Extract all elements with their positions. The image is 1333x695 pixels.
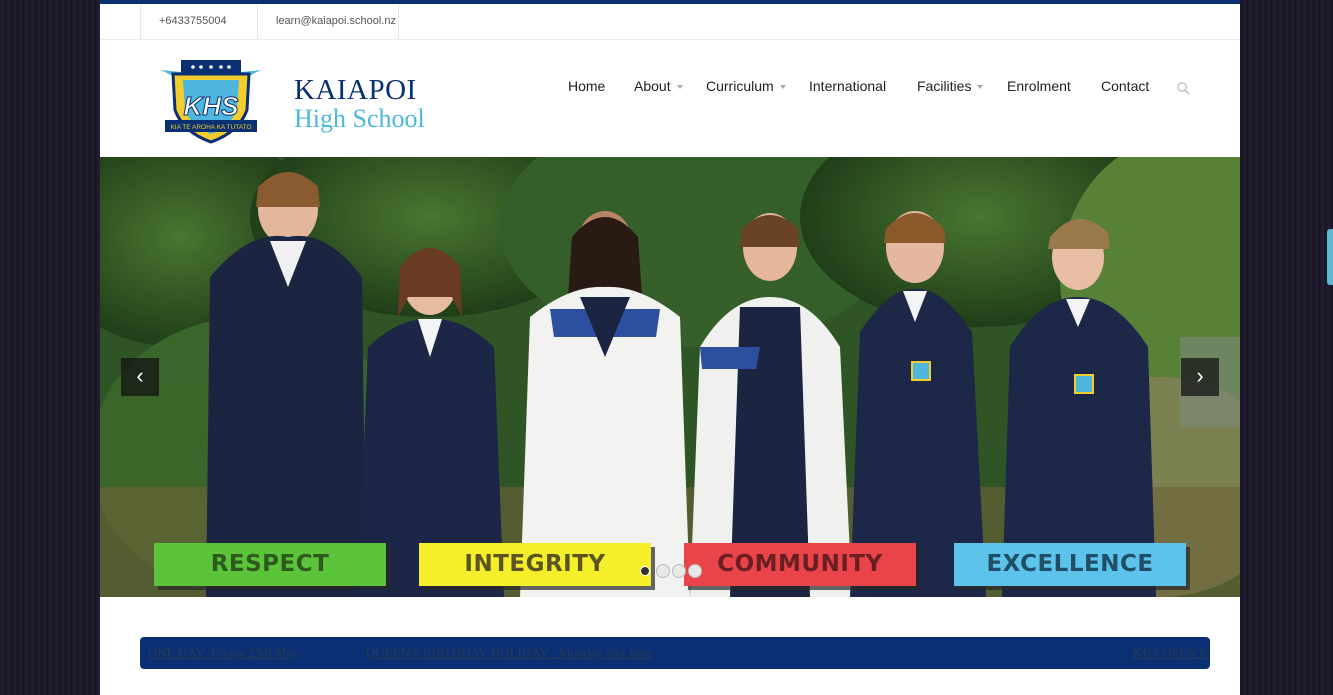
crest-letters: KHS [184, 91, 240, 121]
chevron-down-icon [779, 85, 786, 90]
nav-about-label: About [634, 78, 671, 94]
slider-dot[interactable] [656, 564, 670, 578]
nav-home[interactable]: Home [568, 78, 605, 94]
slider-dot[interactable] [688, 564, 702, 578]
email-address[interactable]: learn@kaiapoi.school.nz [257, 4, 399, 39]
value-banner-integrity: INTEGRITY [419, 543, 651, 586]
students-photo [100, 157, 1240, 597]
nav-international[interactable]: International [809, 78, 886, 94]
value-banner-community: COMMUNITY [684, 543, 916, 586]
school-name[interactable]: KAIAPOI [294, 74, 417, 107]
ticker-item[interactable]: QUEEN'S BIRTHDAY HOLIDAY - Monday 2nd Ju… [366, 645, 652, 661]
slider-prev-button[interactable]: ‹ [121, 358, 159, 396]
nav-contact-label: Contact [1101, 78, 1150, 94]
nav-contact[interactable]: Contact [1101, 78, 1149, 94]
nav-facilities-label: Facilities [917, 78, 972, 94]
contact-bar: +6433755004 learn@kaiapoi.school.nz [100, 4, 1240, 40]
value-banner-respect: RESPECT [154, 543, 386, 586]
side-scroll-tab[interactable] [1327, 229, 1333, 285]
slider-dot[interactable] [640, 566, 650, 576]
nav-home-label: Home [568, 78, 606, 94]
ticker-item[interactable]: ONE DAY: Friday 23rd May [148, 645, 299, 661]
nav-curriculum-label: Curriculum [706, 78, 774, 94]
school-crest-logo[interactable]: KHS KIA TE AROHA KA TUTATO [159, 58, 263, 144]
chevron-down-icon [977, 85, 984, 90]
chevron-left-icon: ‹ [136, 363, 144, 388]
phone-number[interactable]: +6433755004 [140, 4, 258, 39]
slider-dot[interactable] [672, 564, 686, 578]
school-subtitle[interactable]: High School [294, 104, 425, 134]
ticker-item[interactable]: KHS OPEN E [1133, 645, 1207, 661]
chevron-down-icon [676, 85, 683, 90]
nav-enrolment[interactable]: Enrolment [1007, 78, 1071, 94]
nav-about[interactable]: About [634, 78, 683, 94]
nav-international-label: International [809, 78, 887, 94]
news-ticker: ONE DAY: Friday 23rd May QUEEN'S BIRTHDA… [140, 637, 1210, 669]
search-icon[interactable] [1176, 81, 1190, 95]
nav-facilities[interactable]: Facilities [917, 78, 984, 94]
nav-enrolment-label: Enrolment [1007, 78, 1071, 94]
slider-next-button[interactable]: › [1181, 358, 1219, 396]
crest-motto: KIA TE AROHA KA TUTATO [170, 124, 251, 131]
page-container: +6433755004 learn@kaiapoi.school.nz KHS … [100, 0, 1240, 695]
site-header: KHS KIA TE AROHA KA TUTATO KAIAPOI High … [100, 40, 1240, 157]
value-banner-excellence: EXCELLENCE [954, 543, 1186, 586]
chevron-right-icon: › [1196, 363, 1204, 388]
nav-curriculum[interactable]: Curriculum [706, 78, 786, 94]
hero-slider: ‹ › RESPECT INTEGRITY COMMUNITY EXCELLEN… [100, 157, 1240, 597]
